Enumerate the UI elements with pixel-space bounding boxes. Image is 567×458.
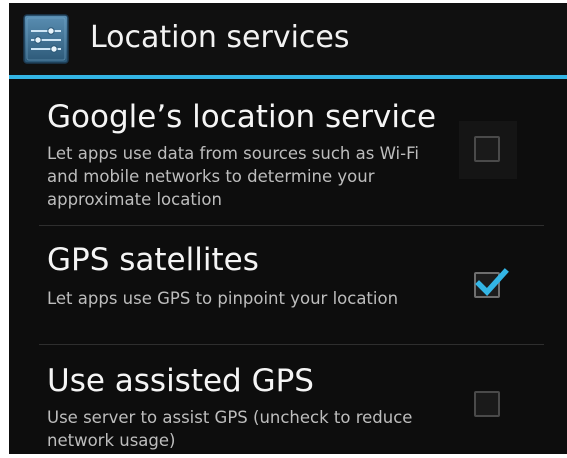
location-services-screen: Location services Google’s location serv…	[9, 3, 567, 454]
action-bar: Location services	[9, 3, 567, 75]
assisted-gps-checkbox[interactable]	[474, 391, 500, 417]
pref-title: Use assisted GPS	[47, 363, 314, 399]
gps-satellites-checkbox[interactable]	[474, 268, 509, 298]
pref-summary: Let apps use GPS to pinpoint your locati…	[47, 289, 399, 308]
checkmark-icon	[475, 268, 509, 296]
pref-assisted-gps[interactable]: Use assisted GPS Use server to assist GP…	[9, 345, 567, 454]
pref-title: GPS satellites	[47, 242, 259, 278]
pref-summary: Use server to assist GPS (uncheck to red…	[47, 408, 413, 450]
pref-summary: Let apps use data from sources such as W…	[47, 144, 419, 209]
pref-title: Google’s location service	[47, 99, 437, 135]
page-title: Location services	[90, 20, 350, 55]
settings-sliders-icon[interactable]	[23, 14, 69, 64]
pref-google-location-service[interactable]: Google’s location service Let apps use d…	[9, 79, 567, 225]
pref-gps-satellites[interactable]: GPS satellites Let apps use GPS to pinpo…	[9, 226, 567, 344]
google-location-checkbox[interactable]	[474, 136, 500, 162]
